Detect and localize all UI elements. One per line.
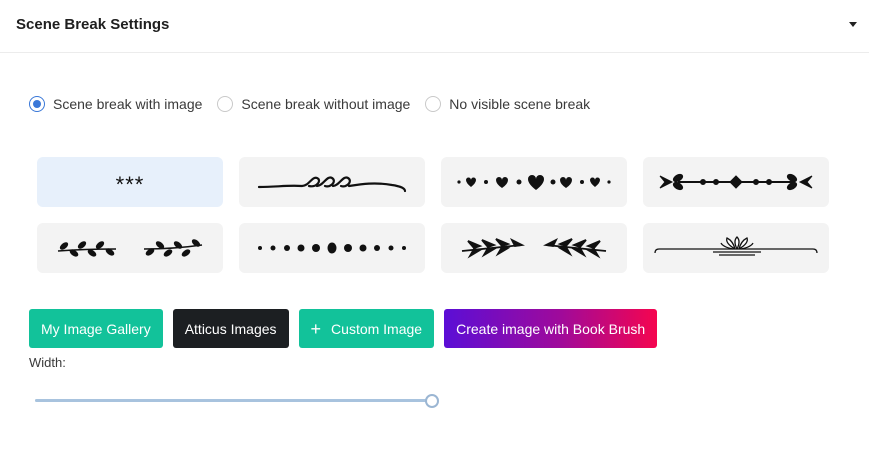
atticus-images-button[interactable]: Atticus Images (172, 309, 289, 348)
radio-scene-break-without-image[interactable]: Scene break without image (217, 96, 410, 112)
radio-button[interactable] (425, 96, 442, 112)
plus-icon: + (310, 318, 322, 339)
ornament-tile-arrow-vine[interactable] (643, 157, 829, 207)
button-label: Create image with Book Brush (456, 320, 646, 337)
radio-label: Scene break without image (241, 96, 411, 112)
radio-label: Scene break with image (53, 96, 203, 112)
slider-fill (35, 399, 432, 402)
floral-bracket-icon (654, 236, 818, 256)
ornament-tile-hearts[interactable] (441, 157, 627, 207)
radio-scene-break-with-image[interactable]: Scene break with image (29, 96, 202, 112)
radio-button[interactable] (217, 96, 234, 112)
swirl-flourish-icon (257, 176, 407, 193)
ornament-grid: *** (37, 157, 829, 273)
radio-label: No visible scene break (449, 96, 591, 112)
asterisks-text: *** (115, 172, 145, 197)
ornament-tile-dots[interactable] (239, 223, 425, 273)
caret-down-icon[interactable] (847, 18, 859, 30)
button-label: Atticus Images (184, 320, 277, 337)
custom-image-button[interactable]: + Custom Image (298, 309, 435, 348)
ornament-tile-floral-bracket[interactable] (643, 223, 829, 273)
dots-row-icon (258, 242, 406, 254)
arrow-vine-icon (659, 173, 813, 191)
ornament-tile-laurel[interactable] (37, 223, 223, 273)
book-brush-button[interactable]: Create image with Book Brush (444, 309, 658, 348)
my-image-gallery-button[interactable]: My Image Gallery (29, 309, 163, 348)
hearts-dots-icon (457, 175, 611, 190)
page-title: Scene Break Settings (16, 16, 170, 33)
button-label: My Image Gallery (41, 320, 151, 337)
width-label: Width: (29, 355, 66, 370)
slider-handle[interactable] (425, 394, 439, 408)
leaf-arrows-icon (461, 237, 607, 259)
radio-button-selected[interactable] (29, 96, 45, 112)
settings-header[interactable]: Scene Break Settings (0, 0, 869, 53)
radio-no-visible-scene-break[interactable]: No visible scene break (425, 96, 590, 112)
width-slider[interactable] (35, 394, 439, 410)
ornament-tile-swirl[interactable] (239, 157, 425, 207)
scene-break-type-group: Scene break with image Scene break witho… (29, 96, 605, 112)
button-label: Custom Image (331, 320, 423, 337)
ornament-tile-asterisks[interactable]: *** (37, 157, 223, 207)
image-source-buttons: My Image Gallery Atticus Images + Custom… (29, 309, 667, 348)
ornament-tile-leaf-arrows[interactable] (441, 223, 627, 273)
laurel-branches-icon (57, 239, 203, 257)
